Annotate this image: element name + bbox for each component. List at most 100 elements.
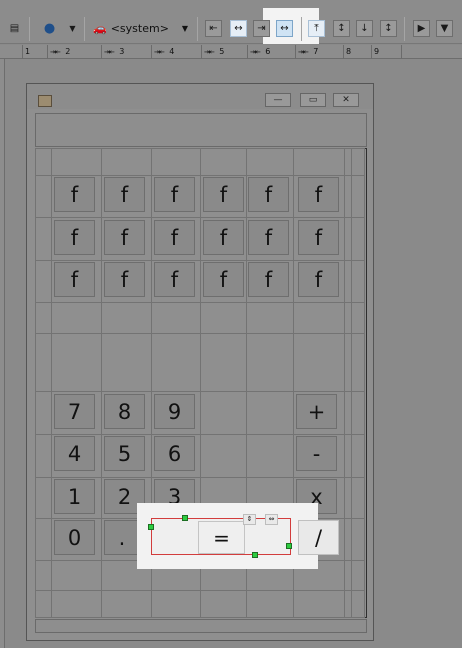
digit-button[interactable]: 4 — [54, 436, 95, 471]
run-icon: ▶ — [417, 22, 426, 34]
fill-vertical-button[interactable]: ↕ — [380, 20, 397, 37]
function-button[interactable]: f — [104, 220, 145, 255]
minimize-icon: — — [273, 95, 283, 105]
close-icon: ✕ — [342, 95, 350, 105]
column-ruler: 1 ⇥⇤ 2 ⇥⇤ 3 ⇥⇤ 4 ⇥⇤ 5 ⇥⇤ 6 ⇥⇤ 7 8 9 — [0, 45, 462, 59]
resize-handle[interactable] — [182, 515, 188, 521]
vertical-grow-icon[interactable]: ⇕ — [243, 514, 256, 525]
grid-column-line — [51, 148, 52, 617]
grid-row-line — [35, 477, 365, 478]
ruler-column[interactable]: 9 — [372, 45, 402, 59]
grid-row-line — [35, 302, 365, 303]
digit-button[interactable]: 6 — [154, 436, 195, 471]
grid-column-line — [351, 148, 352, 617]
resize-handle[interactable] — [148, 524, 154, 530]
function-button[interactable]: f — [54, 262, 95, 297]
align-right-icon: ⇥ — [257, 22, 266, 34]
grid-column-line — [101, 148, 102, 617]
align-left-button[interactable]: ⇤ — [205, 20, 222, 37]
ruler-column[interactable]: 8 — [344, 45, 372, 59]
function-button[interactable]: f — [248, 177, 289, 212]
center-horizontal-button[interactable]: ↔ — [230, 20, 247, 37]
function-button[interactable]: f — [104, 262, 145, 297]
frame-title-bar[interactable]: — ▭ ✕ — [27, 84, 373, 109]
align-right-button[interactable]: ⇥ — [253, 20, 270, 37]
toolbar-menu-button[interactable]: ▼ — [436, 20, 453, 37]
fill-vertical-icon: ↕ — [384, 22, 393, 34]
grid-row-line — [35, 590, 365, 591]
top-panel[interactable] — [35, 113, 367, 147]
car-icon: 🚗 — [93, 22, 107, 35]
decimal-button[interactable]: . — [104, 520, 140, 555]
grid-column-line — [344, 148, 345, 617]
grid-row-line — [35, 148, 365, 149]
ruler-column[interactable]: ⇥⇤ 5 — [202, 45, 248, 59]
function-button[interactable]: f — [154, 177, 195, 212]
digit-button[interactable]: 8 — [104, 394, 145, 429]
function-button[interactable]: f — [154, 220, 195, 255]
divide-button[interactable]: / — [298, 520, 339, 555]
equals-button[interactable]: = — [198, 521, 245, 554]
toolbar-separator — [197, 17, 198, 41]
ruler-margin — [402, 45, 462, 59]
fill-horizontal-icon: ↔ — [280, 22, 289, 34]
digit-button[interactable]: 9 — [154, 394, 195, 429]
ruler-margin — [0, 45, 23, 59]
globe-icon[interactable]: ● — [41, 20, 58, 37]
designer-toolbar: ▤ ● ▼ 🚗 <system> ▼ ⇤ ↔ ⇥ ↔ ⤒ ↕ ↓ ↕ ▶ ▼ — [0, 0, 462, 44]
resize-handle[interactable] — [286, 543, 292, 549]
java-app-icon — [38, 95, 52, 107]
digit-button[interactable]: 0 — [54, 520, 95, 555]
function-button[interactable]: f — [298, 262, 339, 297]
preview-icon[interactable]: ▤ — [6, 20, 23, 37]
ruler-column[interactable]: ⇥⇤ 6 — [248, 45, 296, 59]
close-button[interactable]: ✕ — [333, 93, 359, 107]
grid-row-line — [35, 617, 365, 618]
toolbar-separator — [301, 17, 302, 41]
resize-handle[interactable] — [252, 552, 258, 558]
function-button[interactable]: f — [203, 262, 244, 297]
center-vertical-button[interactable]: ↕ — [333, 20, 350, 37]
function-button[interactable]: f — [248, 220, 289, 255]
minimize-button[interactable]: — — [265, 93, 291, 107]
digit-button[interactable]: 5 — [104, 436, 145, 471]
ruler-column[interactable]: 1 — [23, 45, 48, 59]
align-bottom-icon: ↓ — [360, 22, 369, 34]
align-top-icon: ⤒ — [314, 22, 319, 34]
function-button[interactable]: f — [203, 220, 244, 255]
ruler-column[interactable]: ⇥⇤ 2 — [48, 45, 102, 59]
function-button[interactable]: f — [104, 177, 145, 212]
align-top-button[interactable]: ⤒ — [308, 20, 325, 37]
function-button[interactable]: f — [154, 262, 195, 297]
toolbar-separator — [404, 17, 405, 41]
function-button[interactable]: f — [298, 177, 339, 212]
function-button[interactable]: f — [203, 177, 244, 212]
run-button[interactable]: ▶ — [413, 20, 430, 37]
ruler-column[interactable]: ⇥⇤ 4 — [152, 45, 202, 59]
look-and-feel-combo[interactable]: 🚗 <system> ▼ — [93, 20, 188, 37]
fill-horizontal-button[interactable]: ↔ — [276, 20, 293, 37]
bottom-panel[interactable] — [35, 619, 367, 633]
align-left-icon: ⇤ — [209, 22, 218, 34]
ruler-column[interactable]: ⇥⇤ 7 — [296, 45, 344, 59]
grid-row-line — [35, 434, 365, 435]
add-button[interactable]: + — [296, 394, 337, 429]
digit-button[interactable]: 1 — [54, 479, 95, 514]
function-button[interactable]: f — [298, 220, 339, 255]
look-and-feel-label: <system> — [110, 22, 169, 35]
ruler-column[interactable]: ⇥⇤ 3 — [102, 45, 152, 59]
function-button[interactable]: f — [54, 177, 95, 212]
align-bottom-button[interactable]: ↓ — [356, 20, 373, 37]
grid-row-line — [35, 175, 365, 176]
menu-dropdown-icon: ▼ — [440, 22, 449, 34]
digit-button[interactable]: 7 — [54, 394, 95, 429]
subtract-button[interactable]: - — [296, 436, 337, 471]
globe-dropdown-icon[interactable]: ▼ — [64, 20, 81, 37]
function-button[interactable]: f — [54, 220, 95, 255]
maximize-button[interactable]: ▭ — [300, 93, 326, 107]
chevron-down-icon: ▼ — [181, 24, 188, 33]
function-button[interactable]: f — [248, 262, 289, 297]
grid-row-line — [35, 391, 365, 392]
horizontal-grow-icon[interactable]: ⇔ — [265, 514, 278, 525]
toolbar-separator — [84, 17, 85, 41]
